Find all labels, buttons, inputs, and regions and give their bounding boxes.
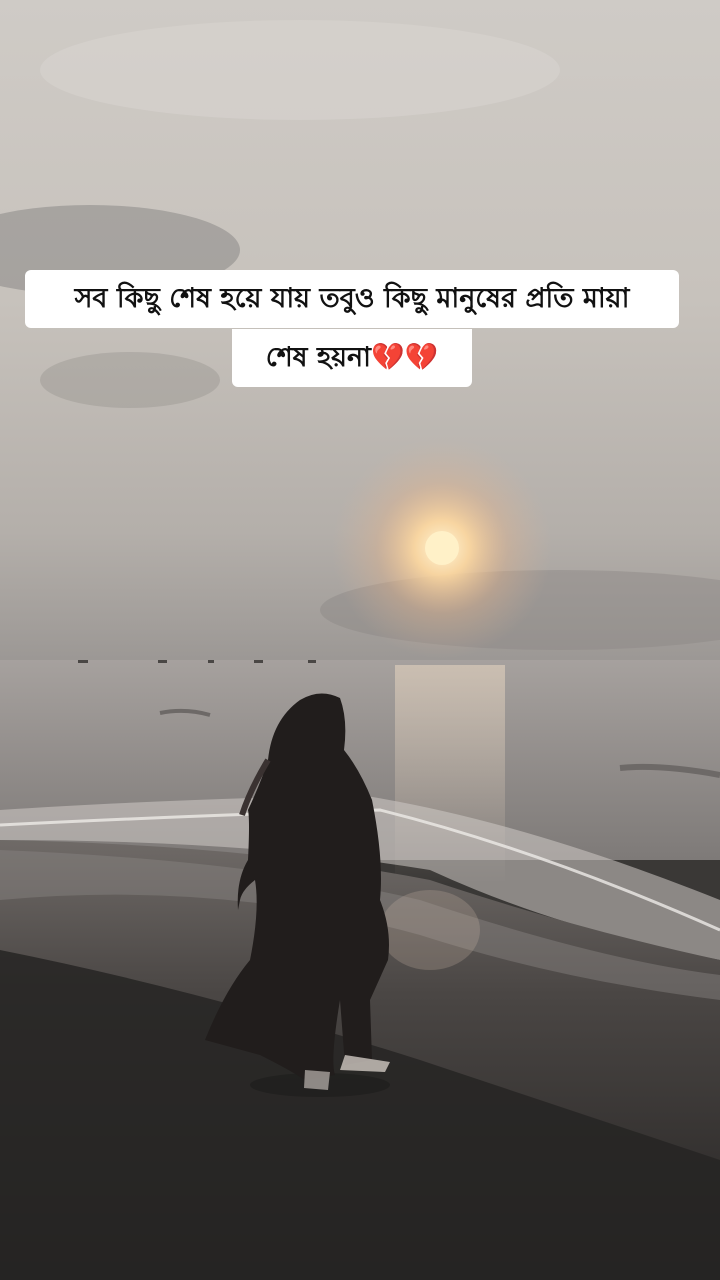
caption-line-2: শেষ হয়না💔💔: [232, 329, 472, 387]
caption-line-1: সব কিছু শেষ হয়ে যায় তবুও কিছু মানুষের …: [25, 270, 679, 328]
broken-heart-icon: 💔💔: [371, 342, 439, 373]
beach-sunset-photo: [0, 0, 720, 1280]
caption-text-1: সব কিছু শেষ হয়ে যায় তবুও কিছু মানুষের …: [74, 283, 630, 314]
caption-text-2: শেষ হয়না: [265, 342, 371, 373]
